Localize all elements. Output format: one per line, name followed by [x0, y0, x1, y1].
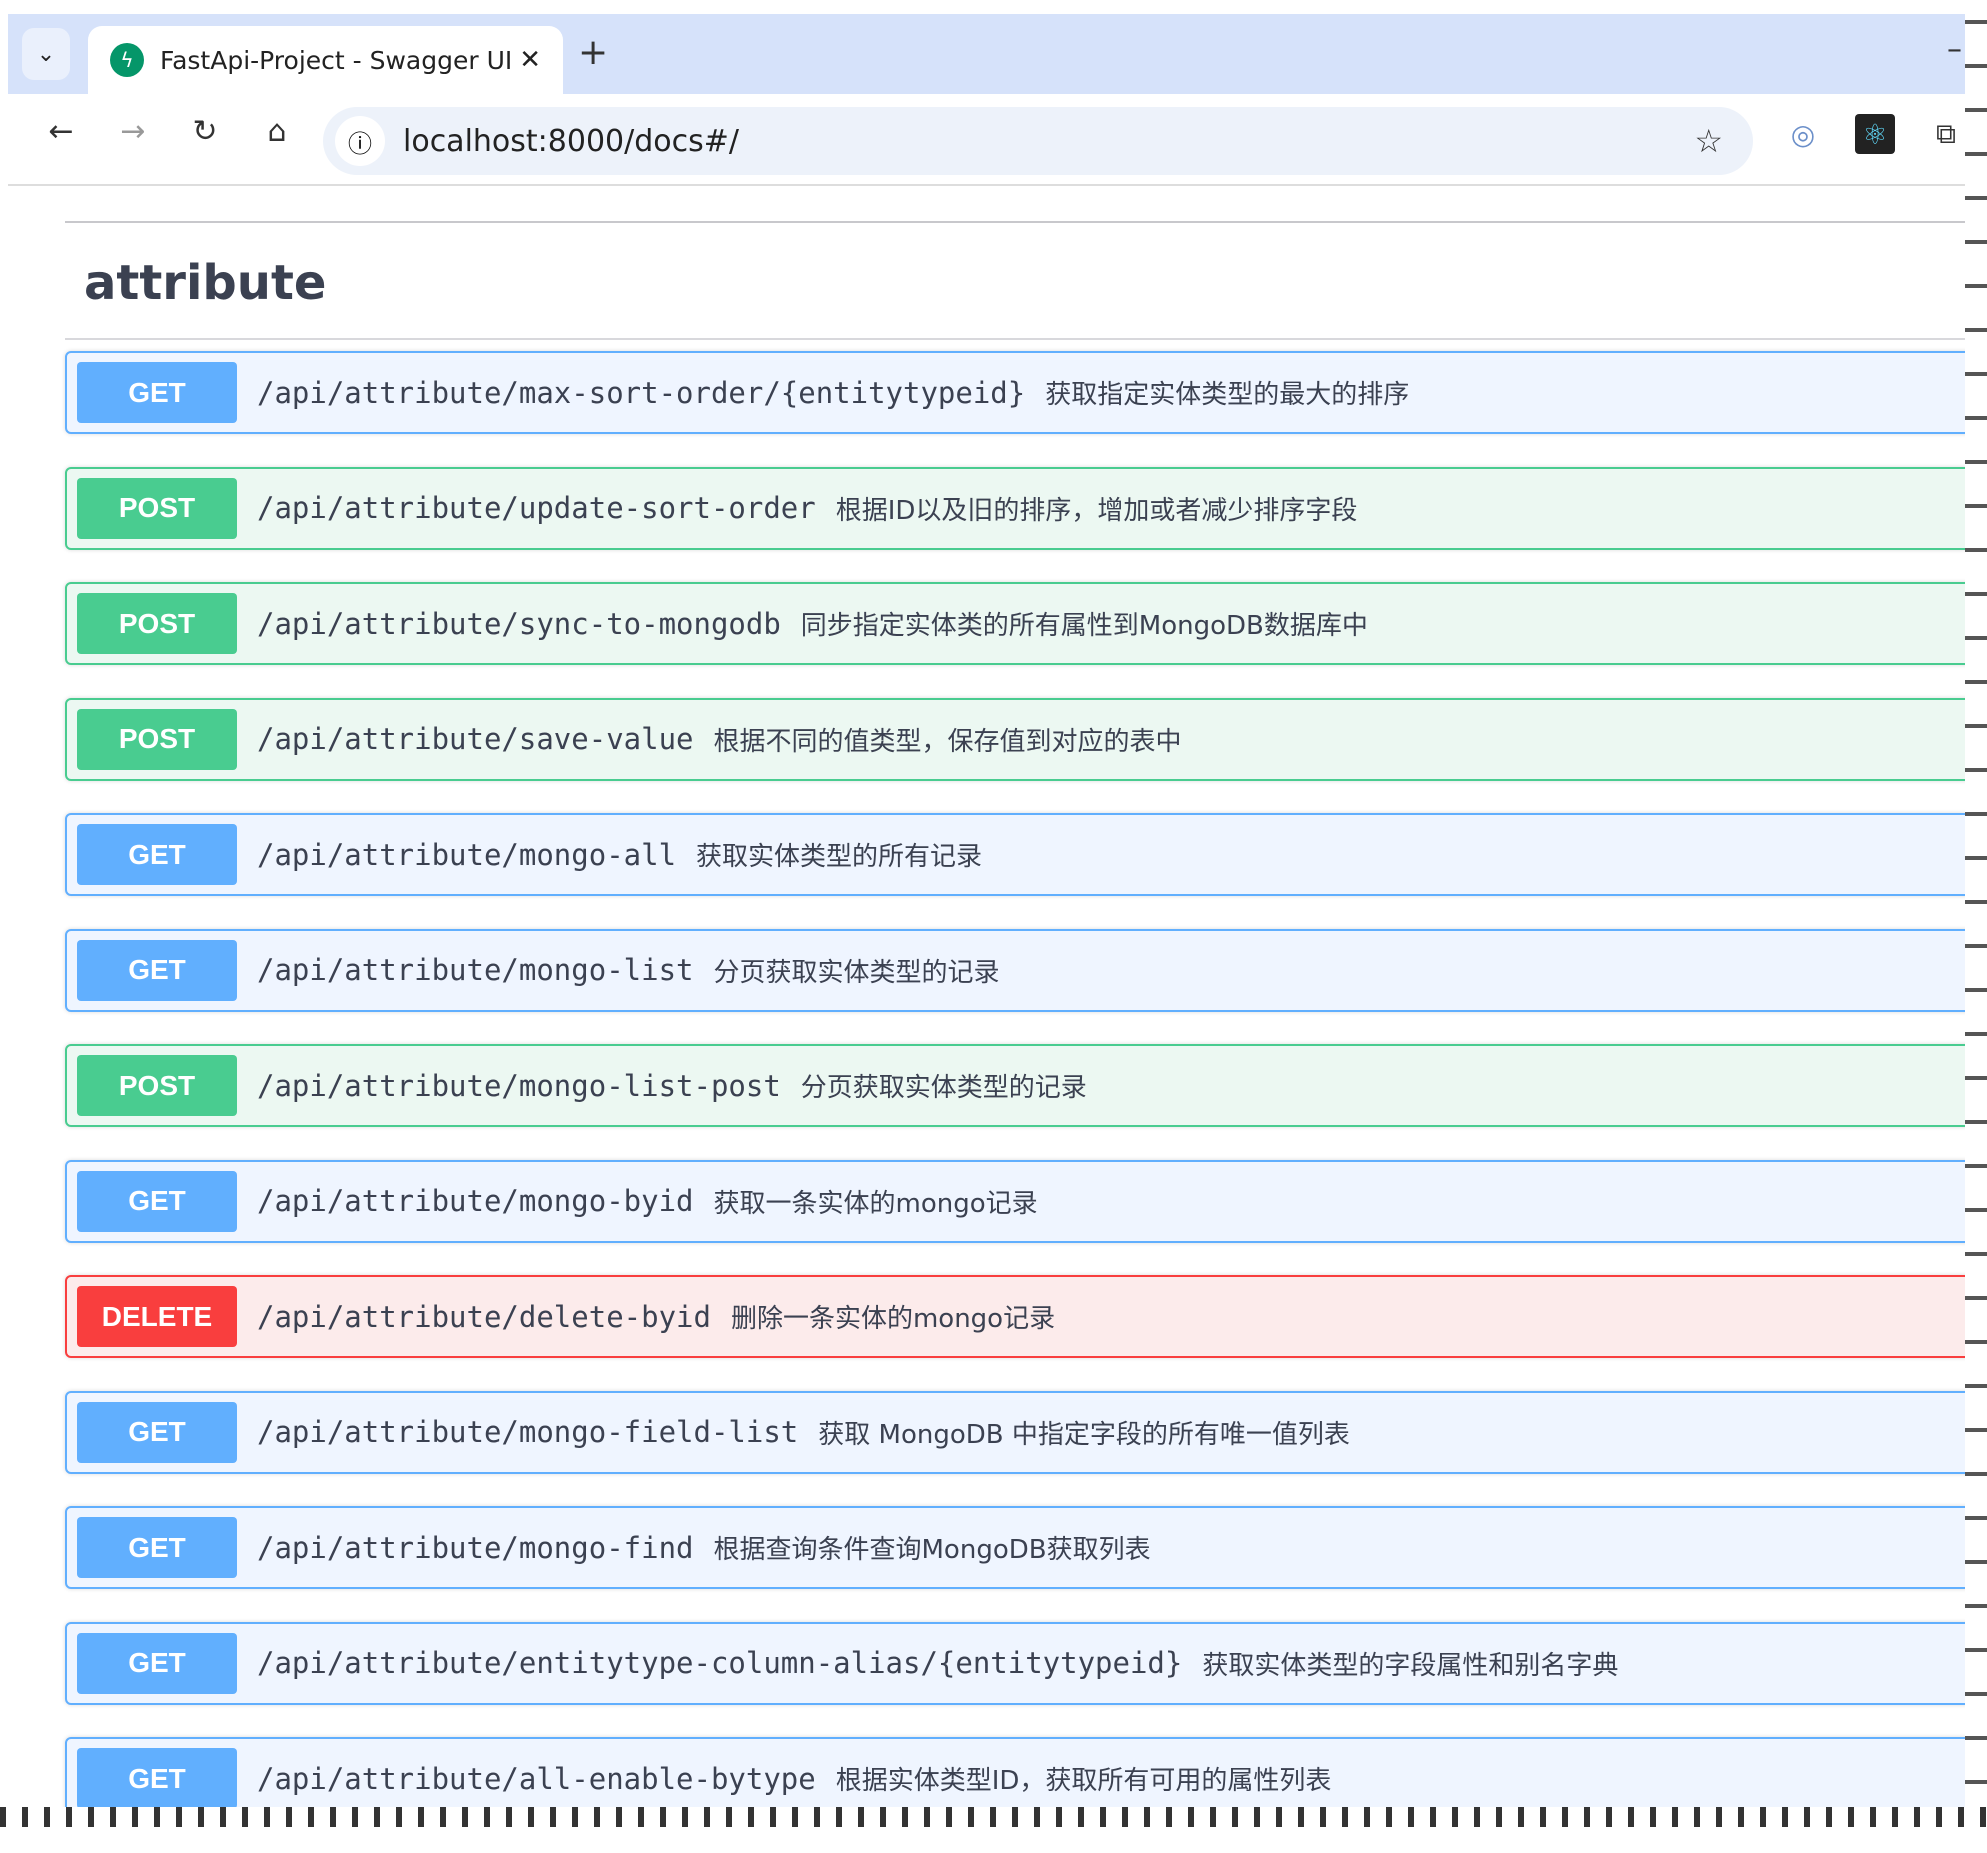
operation-path: /api/attribute/all-enable-bytype [257, 1762, 816, 1796]
operation-get[interactable]: GET/api/attribute/entitytype-column-alia… [65, 1622, 1987, 1705]
operation-get[interactable]: GET/api/attribute/max-sort-order/{entity… [65, 351, 1987, 434]
operation-summary: 根据查询条件查询MongoDB获取列表 [714, 1529, 1151, 1566]
operation-path: /api/attribute/mongo-list-post [257, 1069, 781, 1103]
method-badge: GET [77, 824, 237, 885]
fastapi-favicon-icon: ϟ [110, 43, 144, 77]
method-badge: GET [77, 1748, 237, 1809]
operation-summary: 获取实体类型的所有记录 [696, 836, 982, 873]
operation-path: /api/attribute/mongo-all [257, 838, 676, 872]
operation-path: /api/attribute/update-sort-order [257, 491, 816, 525]
method-badge: GET [77, 1171, 237, 1232]
site-info-icon[interactable]: ⓘ [335, 116, 385, 166]
tag-heading[interactable]: attribute [84, 255, 326, 311]
close-tab-icon[interactable]: ✕ [519, 45, 541, 75]
back-icon[interactable]: ← [36, 114, 86, 149]
tab-title: FastApi-Project - Swagger UI [160, 46, 519, 75]
operation-post[interactable]: POST/api/attribute/update-sort-order 根据ID… [65, 467, 1987, 550]
method-badge: GET [77, 362, 237, 423]
operation-path: /api/attribute/mongo-find [257, 1531, 694, 1565]
operation-get[interactable]: GET/api/attribute/mongo-field-list 获取 Mon… [65, 1391, 1987, 1474]
forward-icon[interactable]: → [108, 114, 158, 149]
operation-post[interactable]: POST/api/attribute/save-value 根据不同的值类型，保存… [65, 698, 1987, 781]
operation-summary: 获取一条实体的mongo记录 [714, 1183, 1038, 1220]
operation-path: /api/attribute/mongo-field-list [257, 1415, 798, 1449]
browser-toolbar: ← → ↻ ⌂ ⓘ localhost:8000/docs#/ ☆ ◎ ⚛ ⧉ [8, 94, 1968, 186]
torn-edge [1965, 0, 1987, 1827]
operation-summary: 根据ID以及旧的排序，增加或者减少排序字段 [836, 490, 1358, 527]
divider [65, 338, 1968, 340]
minimize-button[interactable]: – [1947, 32, 1962, 67]
url-text[interactable]: localhost:8000/docs#/ [403, 124, 1694, 159]
operation-summary: 根据实体类型ID，获取所有可用的属性列表 [836, 1760, 1332, 1797]
method-badge: POST [77, 478, 237, 539]
divider [65, 221, 1968, 223]
operation-post[interactable]: POST/api/attribute/mongo-list-post 分页获取实体… [65, 1044, 1987, 1127]
home-icon[interactable]: ⌂ [252, 114, 302, 149]
method-badge: GET [77, 1517, 237, 1578]
operation-path: /api/attribute/save-value [257, 722, 694, 756]
operation-post[interactable]: POST/api/attribute/sync-to-mongodb 同步指定实体… [65, 582, 1987, 665]
tab-search-button[interactable]: ⌄ [22, 28, 70, 80]
method-badge: POST [77, 709, 237, 770]
tab-swagger[interactable]: ϟ FastApi-Project - Swagger UI ✕ [88, 26, 563, 94]
reload-icon[interactable]: ↻ [180, 114, 230, 149]
operation-path: /api/attribute/mongo-list [257, 953, 694, 987]
operation-summary: 根据不同的值类型，保存值到对应的表中 [714, 721, 1182, 758]
method-badge: POST [77, 1055, 237, 1116]
tab-strip: ⌄ ϟ FastApi-Project - Swagger UI ✕ + – [8, 14, 1968, 94]
operation-summary: 分页获取实体类型的记录 [801, 1067, 1087, 1104]
bookmark-star-icon[interactable]: ☆ [1694, 122, 1723, 160]
address-bar[interactable]: ⓘ localhost:8000/docs#/ ☆ [323, 107, 1753, 175]
operation-path: /api/attribute/delete-byid [257, 1300, 711, 1334]
operation-summary: 删除一条实体的mongo记录 [731, 1298, 1055, 1335]
method-badge: GET [77, 940, 237, 1001]
operations-list: GET/api/attribute/max-sort-order/{entity… [65, 351, 1987, 1853]
operation-path: /api/attribute/entitytype-column-alias/{… [257, 1646, 1182, 1680]
method-badge: DELETE [77, 1286, 237, 1347]
method-badge: POST [77, 593, 237, 654]
extensions-puzzle-icon[interactable]: ⧉ [1926, 114, 1966, 154]
operation-path: /api/attribute/sync-to-mongodb [257, 607, 781, 641]
method-badge: GET [77, 1633, 237, 1694]
operation-delete[interactable]: DELETE/api/attribute/delete-byid 删除一条实体的m… [65, 1275, 1987, 1358]
extension-ring-icon[interactable]: ◎ [1783, 114, 1823, 154]
torn-edge [0, 1807, 1987, 1827]
operation-path: /api/attribute/max-sort-order/{entitytyp… [257, 376, 1025, 410]
operation-summary: 获取 MongoDB 中指定字段的所有唯一值列表 [818, 1414, 1350, 1451]
method-badge: GET [77, 1402, 237, 1463]
operation-summary: 获取实体类型的字段属性和别名字典 [1202, 1645, 1618, 1682]
operation-summary: 同步指定实体类的所有属性到MongoDB数据库中 [801, 605, 1368, 642]
operation-get[interactable]: GET/api/attribute/mongo-find 根据查询条件查询Mong… [65, 1506, 1987, 1589]
react-devtools-icon[interactable]: ⚛ [1855, 114, 1895, 154]
operation-path: /api/attribute/mongo-byid [257, 1184, 694, 1218]
operation-summary: 分页获取实体类型的记录 [714, 952, 1000, 989]
operation-summary: 获取指定实体类型的最大的排序 [1045, 374, 1409, 411]
operation-get[interactable]: GET/api/attribute/mongo-byid 获取一条实体的mongo… [65, 1160, 1987, 1243]
operation-get[interactable]: GET/api/attribute/mongo-list 分页获取实体类型的记录 [65, 929, 1987, 1012]
chevron-down-icon: ⌄ [37, 42, 55, 67]
operation-get[interactable]: GET/api/attribute/mongo-all 获取实体类型的所有记录 [65, 813, 1987, 896]
new-tab-button[interactable]: + [578, 32, 608, 73]
